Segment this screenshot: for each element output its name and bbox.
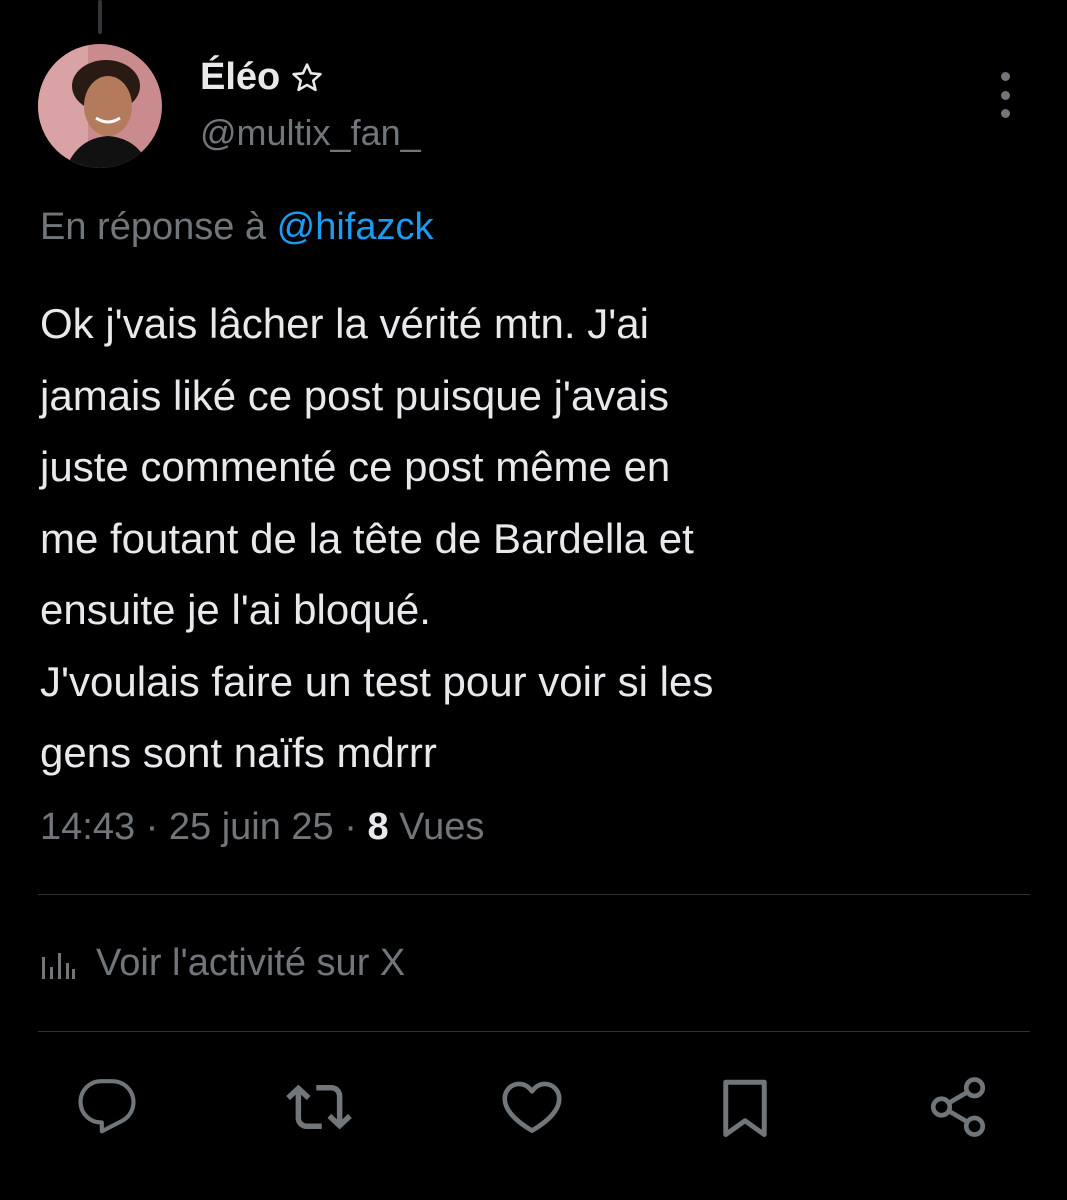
like-icon — [502, 1081, 562, 1133]
tweet-meta: 14:43 · 25 juin 25 · 8 Vues — [40, 806, 484, 849]
tweet-time[interactable]: 14:43 — [40, 806, 135, 848]
divider — [38, 894, 1030, 895]
author-handle[interactable]: @multix_fan_ — [200, 112, 421, 154]
tweet-text-line: ensuite je l'ai bloqué. — [40, 586, 431, 633]
reply-mention-link[interactable]: @hifazck — [277, 206, 434, 248]
tweet-date[interactable]: 25 juin 25 — [169, 806, 334, 848]
bookmark-icon — [723, 1079, 767, 1137]
like-button[interactable] — [499, 1074, 565, 1140]
views-label: Vues — [399, 806, 485, 848]
tweet-text: Ok j'vais lâcher la vérité mtn. J'ai jam… — [40, 288, 1030, 789]
view-activity-label: Voir l'activité sur X — [96, 942, 406, 984]
reply-button[interactable] — [74, 1074, 140, 1140]
retweet-button[interactable] — [286, 1074, 352, 1140]
star-icon — [290, 61, 324, 95]
avatar-photo — [38, 44, 162, 168]
more-options-icon[interactable] — [990, 72, 1020, 118]
author-display-name[interactable]: Éléo — [200, 56, 280, 99]
tweet-text-line: me foutant de la tête de Bardella et — [40, 514, 694, 562]
tweet-text-line: juste commenté ce post même en — [40, 443, 671, 490]
share-button[interactable] — [925, 1074, 991, 1140]
tweet-text-line: gens sont naïfs mdrrr — [40, 729, 437, 776]
view-activity-link[interactable]: Voir l'activité sur X — [40, 942, 405, 985]
retweet-icon — [286, 1084, 352, 1130]
views-count: 8 — [367, 806, 389, 848]
tweet-text-line: J'voulais faire un test pour voir si les — [40, 657, 714, 705]
divider — [38, 1031, 1030, 1032]
tweet-text-line: Ok j'vais lâcher la vérité mtn. J'ai — [40, 300, 649, 347]
avatar[interactable] — [38, 44, 162, 168]
share-icon — [930, 1077, 986, 1137]
bookmark-button[interactable] — [712, 1074, 778, 1140]
meta-separator: · — [344, 806, 357, 848]
tweet-text-line: jamais liké ce post puisque j'avais — [40, 371, 669, 419]
meta-separator: · — [145, 806, 159, 848]
reply-icon — [78, 1079, 136, 1134]
thread-connector-line — [98, 0, 102, 34]
reply-context: En réponse à @hifazck — [40, 206, 433, 249]
reply-prefix: En réponse à — [40, 206, 267, 248]
analytics-bars-icon — [40, 949, 76, 979]
